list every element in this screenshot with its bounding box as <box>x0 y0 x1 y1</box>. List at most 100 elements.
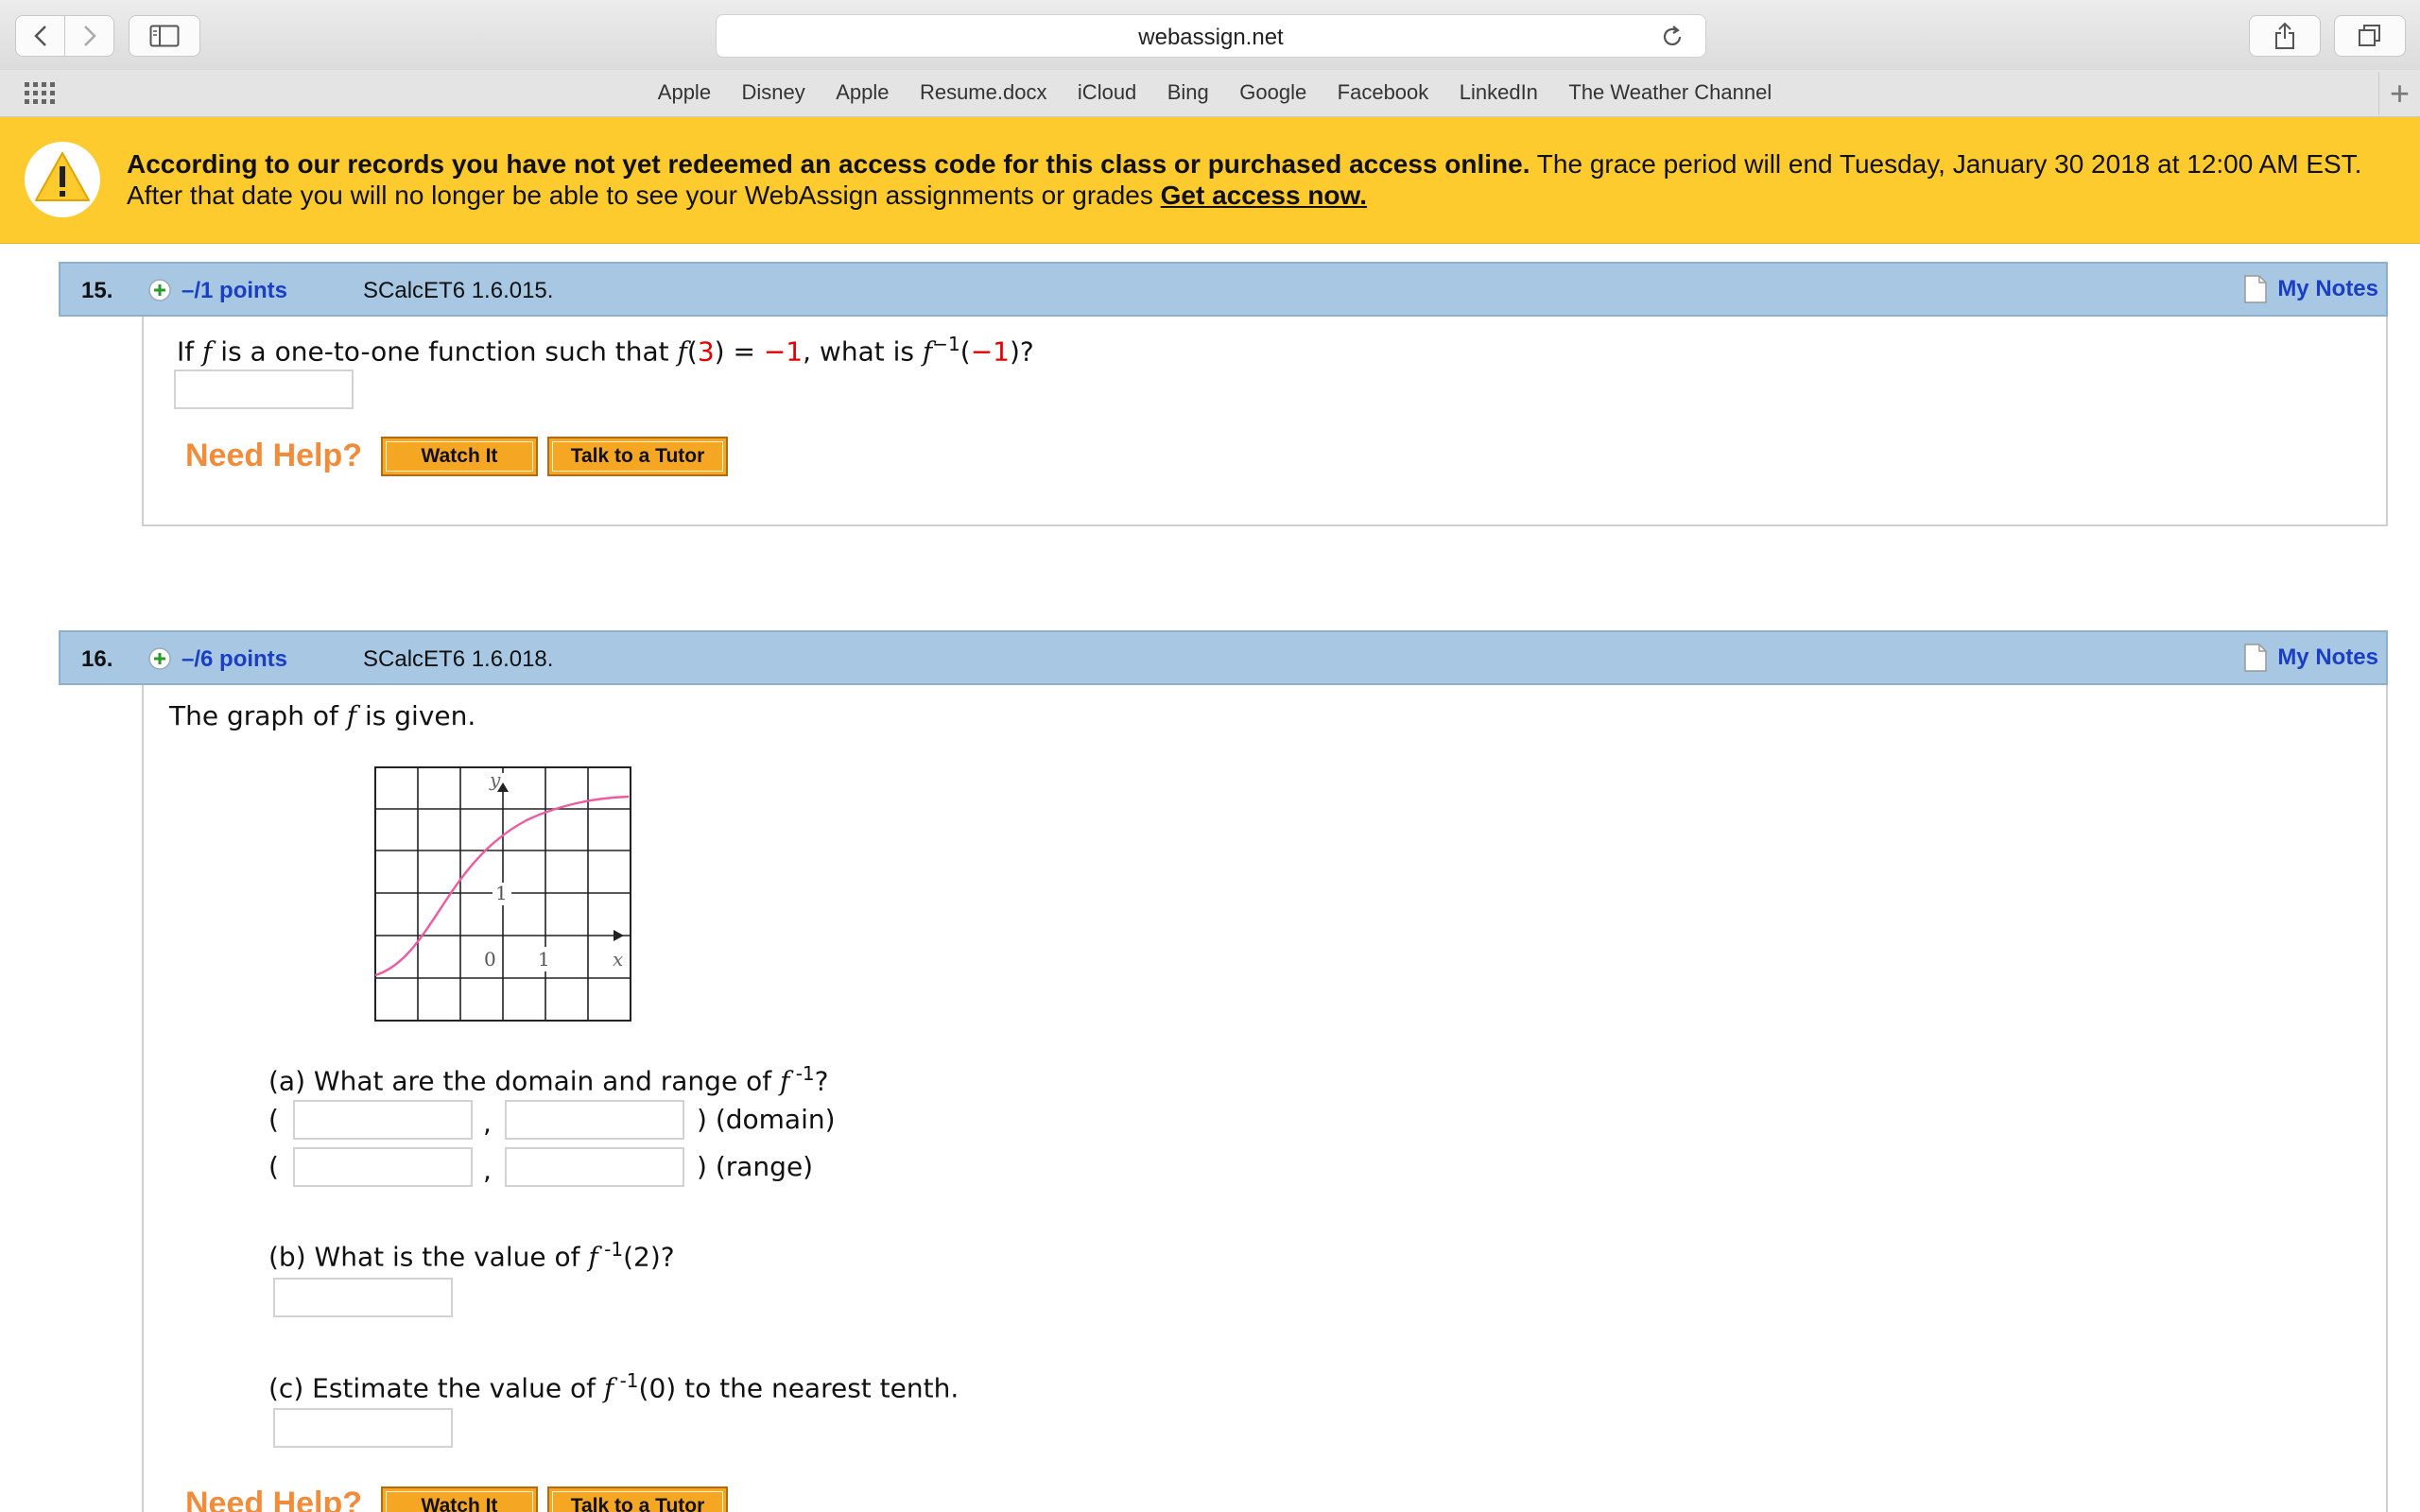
favorite-disney[interactable]: Disney <box>742 80 805 105</box>
watch-it-button[interactable]: Watch It <box>381 1486 538 1512</box>
banner-bold-text: According to our records you have not ye… <box>127 149 1530 179</box>
favorite-icloud[interactable]: iCloud <box>1078 80 1136 105</box>
question-15-text: If f is a one-to-one function such that … <box>177 333 1034 368</box>
question-points[interactable]: –/1 points <box>182 278 287 304</box>
q15-val: −1 <box>763 335 804 368</box>
part-a-question: (a) What are the domain and range of f -… <box>268 1062 829 1096</box>
question-reference: SCalcET6 1.6.015. <box>363 278 554 303</box>
tabs-overview-icon <box>2359 25 2380 46</box>
q15-answer-input[interactable] <box>174 369 354 409</box>
my-notes-button[interactable]: My Notes <box>2243 274 2378 304</box>
share-icon <box>2275 22 2294 49</box>
reload-icon[interactable] <box>1660 25 1685 49</box>
part-b-question: (b) What is the value of f -1(2)? <box>268 1238 675 1272</box>
warning-icon <box>25 142 100 217</box>
browser-toolbar: webassign.net <box>0 0 2420 70</box>
q15-text-mid2: , what is <box>803 335 923 368</box>
part-b-answer-input[interactable] <box>273 1278 453 1317</box>
favorite-apple-2[interactable]: Apple <box>836 80 889 105</box>
range-comma: , <box>483 1155 492 1186</box>
question-number: 16. <box>81 646 113 672</box>
banner-message: According to our records you have not ye… <box>127 148 2361 211</box>
plus-icon: + <box>2389 74 2411 112</box>
part-b-pre: (b) What is the value of <box>268 1241 589 1273</box>
forward-button[interactable] <box>64 16 113 56</box>
talk-to-tutor-button[interactable]: Talk to a Tutor <box>547 437 728 476</box>
q16-intro-f: f <box>346 700 357 731</box>
favorite-facebook[interactable]: Facebook <box>1338 80 1429 105</box>
sidebar-icon <box>149 25 180 47</box>
watch-it-label: Watch It <box>386 441 533 472</box>
part-c-answer-input[interactable] <box>273 1408 453 1448</box>
favorite-resume[interactable]: Resume.docx <box>920 80 1047 105</box>
range-lower-input[interactable] <box>293 1147 473 1187</box>
question-number: 15. <box>81 278 113 303</box>
need-help-label: Need Help? <box>185 1486 363 1512</box>
q16-intro-post: is given. <box>356 700 476 731</box>
banner-line2: After that date you will no longer be ab… <box>127 180 1161 210</box>
origin-label: 0 <box>484 948 496 971</box>
chevron-left-icon <box>33 26 46 46</box>
watch-it-label: Watch It <box>386 1491 533 1512</box>
note-icon <box>2244 644 2268 672</box>
part-c-pre: (c) Estimate the value of <box>268 1372 604 1404</box>
range-upper-input[interactable] <box>505 1147 684 1187</box>
part-c-post: (0) to the nearest tenth. <box>638 1372 959 1404</box>
talk-to-tutor-label: Talk to a Tutor <box>552 1491 723 1512</box>
q15-arg: 3 <box>697 335 715 368</box>
part-b-post: (2)? <box>623 1241 675 1273</box>
back-button[interactable] <box>16 16 64 56</box>
favorite-bing[interactable]: Bing <box>1167 80 1209 105</box>
q15-sup: −1 <box>932 333 960 355</box>
part-a-f: f <box>779 1065 790 1097</box>
expand-plus-icon[interactable] <box>147 646 172 671</box>
part-b-sup: -1 <box>597 1238 624 1261</box>
q15-text-mid1: is a one-to-one function such that <box>212 335 678 368</box>
q15-paren-open: ( <box>959 335 971 368</box>
need-help-label: Need Help? <box>185 438 363 473</box>
part-a-pre: (a) What are the domain and range of <box>268 1065 780 1097</box>
favorites-list: Apple Disney Apple Resume.docx iCloud Bi… <box>0 80 2420 105</box>
expand-plus-icon[interactable] <box>147 278 172 302</box>
watch-it-button[interactable]: Watch It <box>381 437 538 476</box>
new-tab-button[interactable]: + <box>2378 72 2420 115</box>
part-c-sup: -1 <box>614 1369 639 1392</box>
q15-eq: = <box>724 335 764 368</box>
part-c-f: f <box>603 1372 614 1404</box>
tabs-button[interactable] <box>2334 15 2406 57</box>
domain-label: ) (domain) <box>697 1104 836 1135</box>
domain-open-paren: ( <box>268 1104 279 1135</box>
my-notes-label: My Notes <box>2277 644 2378 670</box>
part-a-post: ? <box>814 1065 829 1097</box>
x-axis-label: x <box>613 948 623 971</box>
y-tick-label: 1 <box>495 882 508 904</box>
domain-upper-input[interactable] <box>505 1100 684 1140</box>
url-text: webassign.net <box>1138 25 1284 50</box>
q15-f-of: f <box>677 335 687 368</box>
my-notes-label: My Notes <box>2277 276 2378 301</box>
question-15-header: 15. –/1 points SCalcET6 1.6.015. My Note… <box>59 262 2388 317</box>
x-tick-label: 1 <box>538 948 550 971</box>
share-button[interactable] <box>2249 15 2321 57</box>
my-notes-button[interactable]: My Notes <box>2243 643 2378 673</box>
favorite-google[interactable]: Google <box>1239 80 1306 105</box>
sidebar-button[interactable] <box>129 15 200 57</box>
chevron-right-icon <box>83 26 96 46</box>
range-open-paren: ( <box>268 1151 279 1182</box>
part-b-f: f <box>588 1241 598 1273</box>
question-16-header: 16. –/6 points SCalcET6 1.6.018. My Note… <box>59 630 2388 685</box>
favorites-bar: Apple Disney Apple Resume.docx iCloud Bi… <box>0 70 2420 117</box>
q16-intro-pre: The graph of <box>169 700 347 731</box>
part-a-sup: -1 <box>789 1062 815 1085</box>
range-label: ) (range) <box>697 1151 814 1182</box>
nav-buttons <box>15 15 114 57</box>
talk-to-tutor-button[interactable]: Talk to a Tutor <box>547 1486 728 1512</box>
favorite-apple[interactable]: Apple <box>658 80 711 105</box>
talk-to-tutor-label: Talk to a Tutor <box>552 441 723 472</box>
domain-lower-input[interactable] <box>293 1100 473 1140</box>
favorite-linkedin[interactable]: LinkedIn <box>1460 80 1538 105</box>
get-access-link[interactable]: Get access now. <box>1161 180 1367 210</box>
favorite-weather-channel[interactable]: The Weather Channel <box>1568 80 1772 105</box>
question-points[interactable]: –/6 points <box>182 646 287 673</box>
address-bar[interactable]: webassign.net <box>716 14 1706 58</box>
